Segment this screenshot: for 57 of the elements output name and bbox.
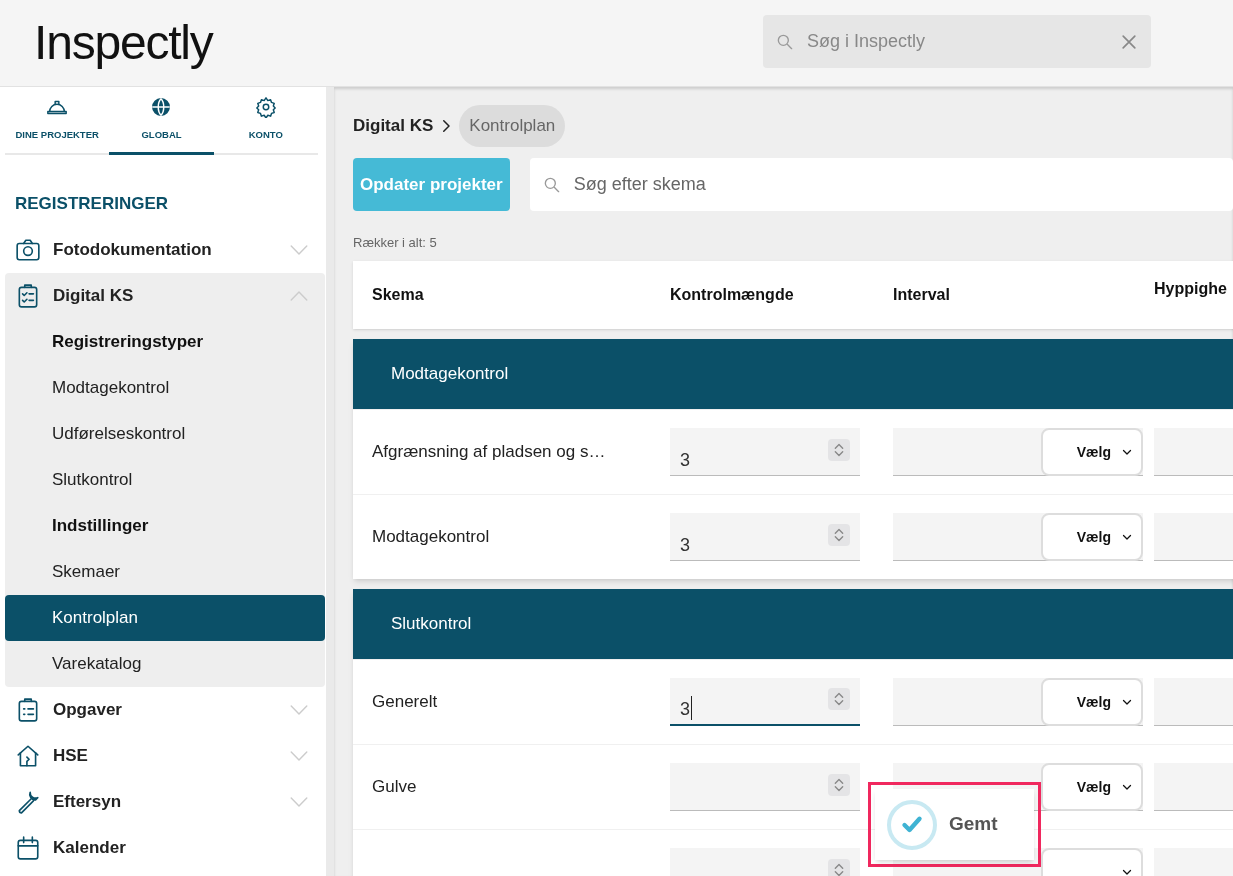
saved-toast: Gemt <box>875 789 1034 860</box>
nav-item[interactable]: Opgaver <box>5 686 325 733</box>
group-header: Modtagekontrol <box>353 339 1233 409</box>
nav-tab[interactable]: KONTO <box>213 87 318 155</box>
search-field[interactable]: Søg efter skema <box>529 158 1233 211</box>
stepper-icon <box>828 439 850 461</box>
nav-subheading: Indstillinger <box>51 514 150 537</box>
select-dropdown[interactable]: Vælg <box>1041 428 1143 476</box>
row-count: Rækker i alt: 5 <box>353 234 438 251</box>
stepper-icon <box>828 774 850 796</box>
search-input[interactable]: Søg i Inspectly <box>807 28 1107 55</box>
settings-icon <box>254 96 277 119</box>
column-header: Hyppighe <box>1154 279 1228 299</box>
table-cell-text: Generelt <box>371 691 439 714</box>
nav-subitem[interactable]: Modtagekontrol <box>5 364 325 411</box>
search-field[interactable]: Søg i Inspectly <box>763 15 1151 68</box>
logo: Inspectly <box>34 19 213 67</box>
interval-field[interactable]: Vælg <box>893 513 1143 561</box>
column-header: Kontrolmængde <box>670 285 795 305</box>
number-field[interactable]: 3 <box>670 678 860 726</box>
nav-subitem[interactable]: Skemaer <box>5 548 325 595</box>
table-cell-text: Gulve <box>371 776 418 799</box>
calendar-icon <box>15 834 41 861</box>
nav-subheading: Registreringstyper <box>51 330 205 353</box>
search-input[interactable]: Søg efter skema <box>573 171 1221 198</box>
select-dropdown[interactable]: Vælg <box>1041 678 1143 726</box>
breadcrumb-link[interactable]: Digital KS <box>353 113 434 139</box>
nav-subitem[interactable]: Udførelseskontrol <box>5 410 325 457</box>
number-field[interactable] <box>670 763 860 811</box>
nav-tab[interactable]: GLOBAL <box>109 87 214 155</box>
nav-item[interactable]: Kalender <box>5 824 325 871</box>
stepper-icon <box>828 688 850 710</box>
section-title: REGISTRERINGER <box>15 193 170 215</box>
table-cell-text: Afgrænsning af pladsen og s… <box>371 441 607 464</box>
camera-icon <box>15 236 41 263</box>
table-cell-text: Modtagekontrol <box>371 526 491 549</box>
nav-subitem[interactable]: Varekatalog <box>5 640 325 687</box>
nav-item[interactable]: Fotodokumentation <box>5 226 325 273</box>
interval-field[interactable]: Vælg <box>893 678 1143 726</box>
nav-item[interactable]: Digital KS <box>5 272 325 319</box>
select-dropdown[interactable]: Vælg <box>1041 513 1143 561</box>
globe-icon <box>150 96 173 119</box>
number-field[interactable]: 3 <box>670 428 860 476</box>
nav-tab[interactable]: DINE PROJEKTER <box>5 87 110 155</box>
nav-item[interactable]: HSE <box>5 732 325 779</box>
nav-subitem[interactable]: Slutkontrol <box>5 456 325 503</box>
stepper-icon <box>828 859 850 876</box>
nav-subitem[interactable]: Kontrolplan <box>5 594 325 641</box>
nav-item[interactable]: Eftersyn <box>5 778 325 825</box>
number-field[interactable]: 3 <box>670 513 860 561</box>
group-header: Slutkontrol <box>353 589 1233 659</box>
select-dropdown[interactable]: Vælg <box>1041 763 1143 811</box>
column-header: Interval <box>893 285 951 305</box>
breadcrumb-link[interactable]: Kontrolplan <box>459 105 566 147</box>
interval-field[interactable]: Vælg <box>893 428 1143 476</box>
column-header: Skema <box>371 285 425 305</box>
stepper-icon <box>828 524 850 546</box>
